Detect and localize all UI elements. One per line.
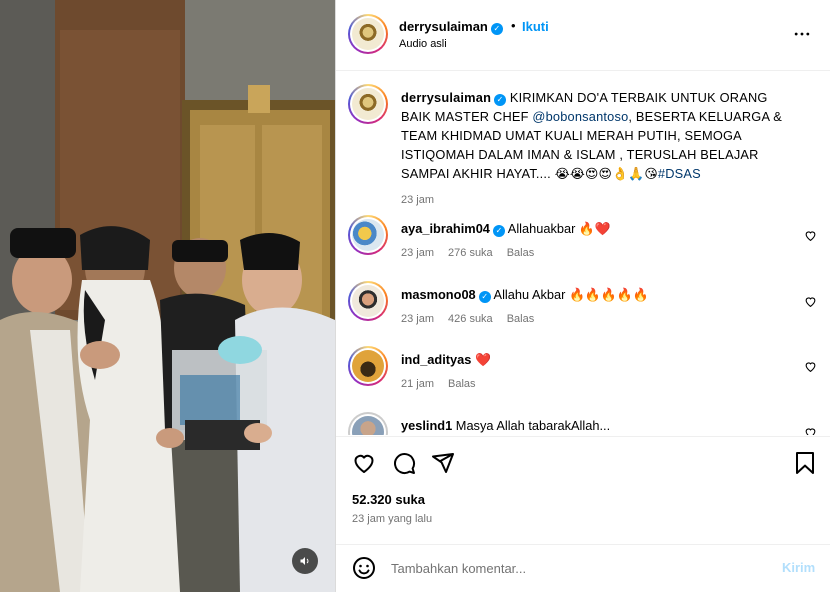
- heart-icon[interactable]: [804, 360, 817, 373]
- comment-item: aya_ibrahim04 ✓ Allahuakbar 🔥❤️ 23 jam 276…: [348, 215, 818, 275]
- comment-time[interactable]: 21 jam: [401, 378, 434, 390]
- caption-text: derrysulaiman ✓ KIRIMKAN DO'A TERBAIK UNT…: [401, 90, 782, 181]
- comment-item: masmono08 ✓ Allahu Akbar 🔥🔥🔥🔥🔥 23 jam 426 …: [348, 281, 818, 341]
- comment-composer: Kirim: [336, 544, 830, 592]
- caption-username[interactable]: derrysulaiman: [401, 90, 491, 105]
- comment-text: Allahuakbar 🔥❤️: [507, 221, 611, 236]
- post-panel: derrysulaiman ✓ • Ikuti Audio asli derrys…: [335, 0, 830, 592]
- comment-likes[interactable]: 426 suka: [448, 313, 493, 325]
- action-bar: 52.320 suka 23 jam yang lalu: [336, 436, 830, 544]
- comment-item: ind_adityas ❤️ 21 jam Balas: [348, 346, 818, 406]
- commenter-username[interactable]: ind_adityas: [401, 352, 471, 367]
- verified-icon: ✓: [478, 291, 491, 303]
- comment-likes[interactable]: 276 suka: [448, 247, 493, 259]
- reply-button[interactable]: Balas: [448, 378, 476, 390]
- comment-time[interactable]: 23 jam: [401, 247, 434, 259]
- comment-text: Allahu Akbar 🔥🔥🔥🔥🔥: [493, 287, 649, 302]
- emoji-icon[interactable]: [352, 556, 376, 580]
- video-frame: [0, 0, 335, 592]
- commenter-avatar[interactable]: [348, 215, 388, 255]
- commenter-username[interactable]: masmono08: [401, 287, 476, 302]
- post-media[interactable]: [0, 0, 335, 592]
- commenter-avatar[interactable]: [348, 412, 388, 435]
- author-avatar[interactable]: [348, 14, 388, 54]
- heart-icon[interactable]: [804, 295, 817, 308]
- commenter-avatar[interactable]: [348, 281, 388, 321]
- reply-button[interactable]: Balas: [507, 313, 535, 325]
- comment-icon[interactable]: [392, 451, 416, 475]
- likes-count[interactable]: 52.320 suka: [352, 492, 425, 507]
- follow-button[interactable]: Ikuti: [522, 19, 549, 34]
- more-icon[interactable]: [792, 24, 812, 49]
- bookmark-icon[interactable]: [794, 451, 816, 475]
- mute-button[interactable]: [292, 548, 318, 574]
- hashtag-link[interactable]: #DSAS: [658, 166, 701, 181]
- comment-time[interactable]: 23 jam: [401, 313, 434, 325]
- verified-icon: ✓: [494, 94, 507, 106]
- comment-item: yeslind1 Masya Allah tabarakAllah...: [348, 412, 818, 435]
- comment-text: ❤️: [474, 352, 491, 367]
- post-time[interactable]: 23 jam yang lalu: [352, 513, 432, 525]
- author-username[interactable]: derrysulaiman ✓: [399, 19, 503, 35]
- comments-section[interactable]: derrysulaiman ✓ KIRIMKAN DO'A TERBAIK UNT…: [336, 72, 830, 435]
- commenter-username[interactable]: aya_ibrahim04: [401, 221, 490, 236]
- commenter-avatar[interactable]: [348, 346, 388, 386]
- comment-text: Masya Allah tabarakAllah...: [455, 418, 611, 433]
- heart-icon[interactable]: [804, 426, 817, 435]
- heart-icon[interactable]: [804, 229, 817, 242]
- heart-icon[interactable]: [352, 451, 376, 475]
- audio-link[interactable]: Audio asli: [399, 38, 447, 50]
- separator-dot: •: [511, 18, 516, 33]
- send-button[interactable]: Kirim: [782, 560, 815, 575]
- comment-input[interactable]: [391, 555, 761, 581]
- caption-avatar[interactable]: [348, 84, 388, 124]
- reply-button[interactable]: Balas: [507, 247, 535, 259]
- mention-link[interactable]: @bobonsantoso: [532, 109, 628, 124]
- share-icon[interactable]: [431, 451, 455, 475]
- commenter-username[interactable]: yeslind1: [401, 418, 452, 433]
- caption-time[interactable]: 23 jam: [401, 194, 434, 206]
- verified-icon: ✓: [492, 225, 505, 237]
- verified-icon: ✓: [490, 23, 503, 35]
- post-header: derrysulaiman ✓ • Ikuti Audio asli: [336, 0, 830, 71]
- speaker-icon: [300, 557, 309, 565]
